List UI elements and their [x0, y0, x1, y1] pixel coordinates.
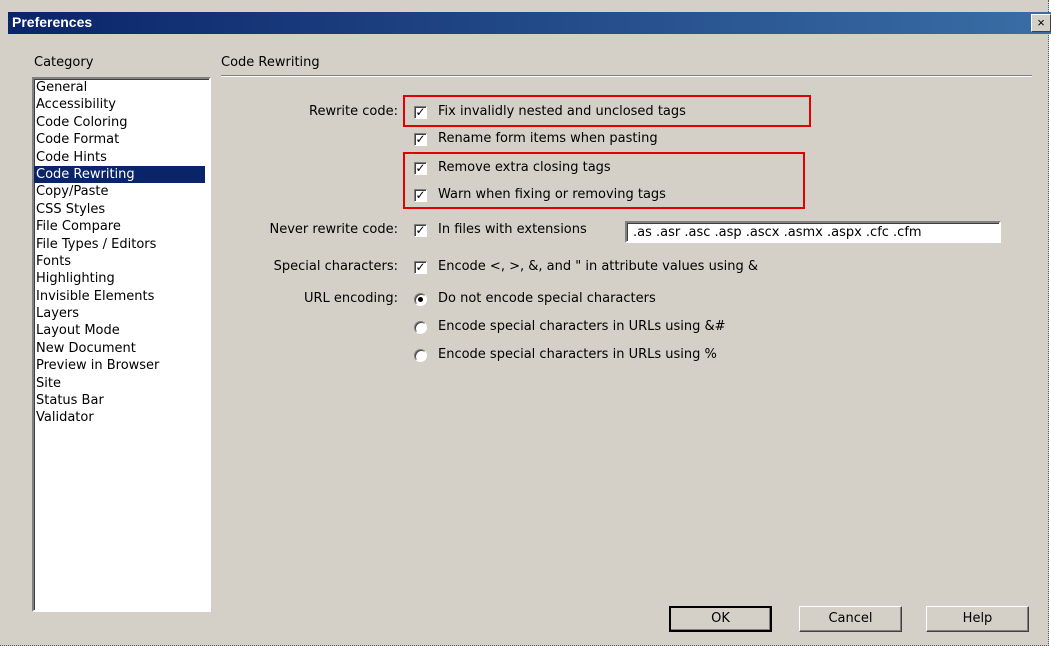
help-button[interactable]: Help: [926, 606, 1029, 632]
category-item-copy-paste[interactable]: Copy/Paste: [34, 183, 205, 200]
close-button[interactable]: ×: [1031, 14, 1051, 32]
encode-percent-radio[interactable]: [414, 349, 427, 362]
category-item-code-hints[interactable]: Code Hints: [34, 149, 205, 166]
category-item-code-rewriting[interactable]: Code Rewriting: [34, 165, 205, 184]
radio-selected-dot: [418, 297, 423, 302]
category-item-file-compare[interactable]: File Compare: [34, 218, 205, 235]
url-encoding-label: URL encoding:: [304, 291, 398, 306]
extensions-input[interactable]: .as .asr .asc .asp .ascx .asmx .aspx .cf…: [625, 221, 1001, 243]
never-rewrite-label: Never rewrite code:: [269, 222, 399, 237]
section-title: Code Rewriting: [221, 55, 320, 70]
ok-button[interactable]: OK: [669, 606, 772, 632]
category-header: Category: [34, 55, 94, 70]
checkmark-icon: ✓: [415, 223, 426, 237]
in-files-with-extensions-checkbox[interactable]: ✓: [414, 224, 427, 237]
checkmark-icon: ✓: [415, 132, 426, 146]
category-item-code-coloring[interactable]: Code Coloring: [34, 114, 205, 131]
title-bar[interactable]: Preferences ×: [8, 12, 1051, 34]
category-item-preview-in-browser[interactable]: Preview in Browser: [34, 357, 205, 374]
category-item-validator[interactable]: Validator: [34, 409, 205, 426]
category-item-file-types-editors[interactable]: File Types / Editors: [34, 236, 205, 253]
highlight-box-remove-warn: [403, 152, 805, 209]
category-item-fonts[interactable]: Fonts: [34, 253, 205, 270]
encode-percent-label: Encode special characters in URLs using …: [438, 347, 717, 362]
rename-form-items-label: Rename form items when pasting: [438, 131, 658, 146]
do-not-encode-radio[interactable]: [414, 293, 427, 306]
do-not-encode-label: Do not encode special characters: [438, 291, 656, 306]
close-icon: ×: [1037, 15, 1045, 30]
category-item-layers[interactable]: Layers: [34, 305, 205, 322]
window-title: Preferences: [12, 14, 93, 30]
category-item-new-document[interactable]: New Document: [34, 340, 205, 357]
category-item-css-styles[interactable]: CSS Styles: [34, 201, 205, 218]
category-item-accessibility[interactable]: Accessibility: [34, 96, 205, 113]
category-item-highlighting[interactable]: Highlighting: [34, 270, 205, 287]
checkmark-icon: ✓: [415, 260, 426, 274]
cancel-button[interactable]: Cancel: [799, 606, 902, 632]
rewrite-code-label: Rewrite code:: [309, 104, 398, 119]
encode-ampersand-hash-label: Encode special characters in URLs using …: [438, 319, 726, 334]
preferences-dialog: Preferences × Category Code Rewriting Ge…: [0, 0, 1051, 646]
category-list[interactable]: General Accessibility Code Coloring Code…: [32, 77, 211, 612]
encode-attribute-values-checkbox[interactable]: ✓: [414, 261, 427, 274]
category-item-status-bar[interactable]: Status Bar: [34, 392, 205, 409]
category-item-code-format[interactable]: Code Format: [34, 131, 205, 148]
rename-form-items-checkbox[interactable]: ✓: [414, 133, 427, 146]
category-item-invisible-elements[interactable]: Invisible Elements: [34, 288, 205, 305]
in-files-with-extensions-label: In files with extensions: [438, 222, 587, 237]
section-divider: [221, 75, 1032, 77]
highlight-box-fix-nested: [403, 95, 811, 127]
category-item-general[interactable]: General: [34, 79, 205, 96]
category-item-site[interactable]: Site: [34, 375, 205, 392]
special-characters-label: Special characters:: [273, 259, 398, 274]
encode-attribute-values-label: Encode <, >, &, and " in attribute value…: [438, 259, 758, 274]
category-item-layout-mode[interactable]: Layout Mode: [34, 322, 205, 339]
encode-ampersand-hash-radio[interactable]: [414, 321, 427, 334]
